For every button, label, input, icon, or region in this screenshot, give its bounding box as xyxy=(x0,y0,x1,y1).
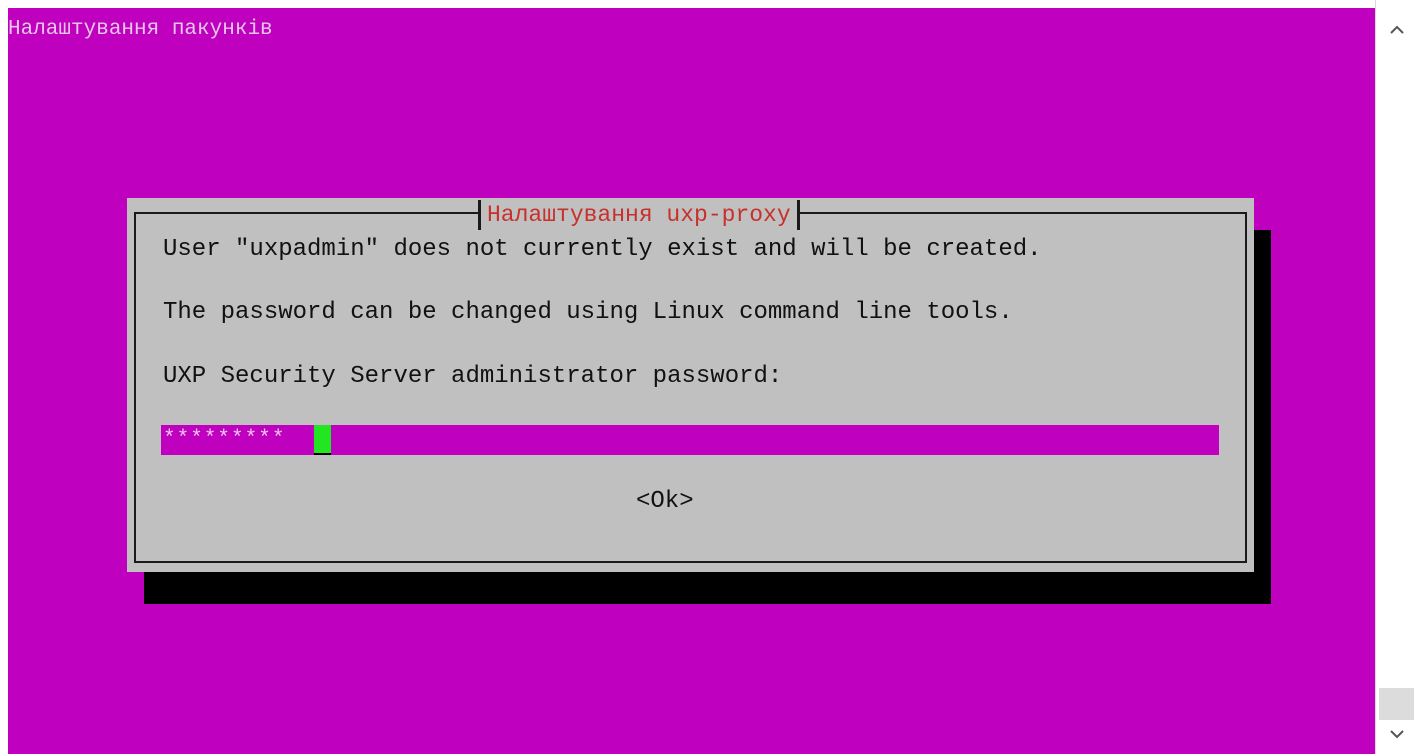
chevron-up-icon xyxy=(1389,25,1404,34)
scroll-up-button[interactable] xyxy=(1376,10,1417,50)
vertical-scrollbar[interactable] xyxy=(1375,0,1417,754)
password-change-notice: The password can be changed using Linux … xyxy=(163,299,1013,326)
password-prompt-label: UXP Security Server administrator passwo… xyxy=(163,363,783,390)
package-config-title: Налаштування пакунків xyxy=(8,18,273,41)
config-dialog: Налаштування uxp-proxy User "uxpadmin" d… xyxy=(127,198,1254,572)
scroll-down-button[interactable] xyxy=(1376,714,1417,754)
password-input[interactable]: ********* xyxy=(161,425,1219,455)
dialog-title: Налаштування uxp-proxy xyxy=(478,200,800,230)
user-notice-text: User "uxpadmin" does not currently exist… xyxy=(163,236,1042,263)
terminal-screen: Налаштування пакунків Налаштування uxp-p… xyxy=(8,8,1375,754)
chevron-down-icon xyxy=(1389,730,1404,739)
ok-button[interactable]: <Ok> xyxy=(636,488,694,516)
password-mask: ********* xyxy=(163,428,286,451)
text-cursor xyxy=(314,425,331,455)
